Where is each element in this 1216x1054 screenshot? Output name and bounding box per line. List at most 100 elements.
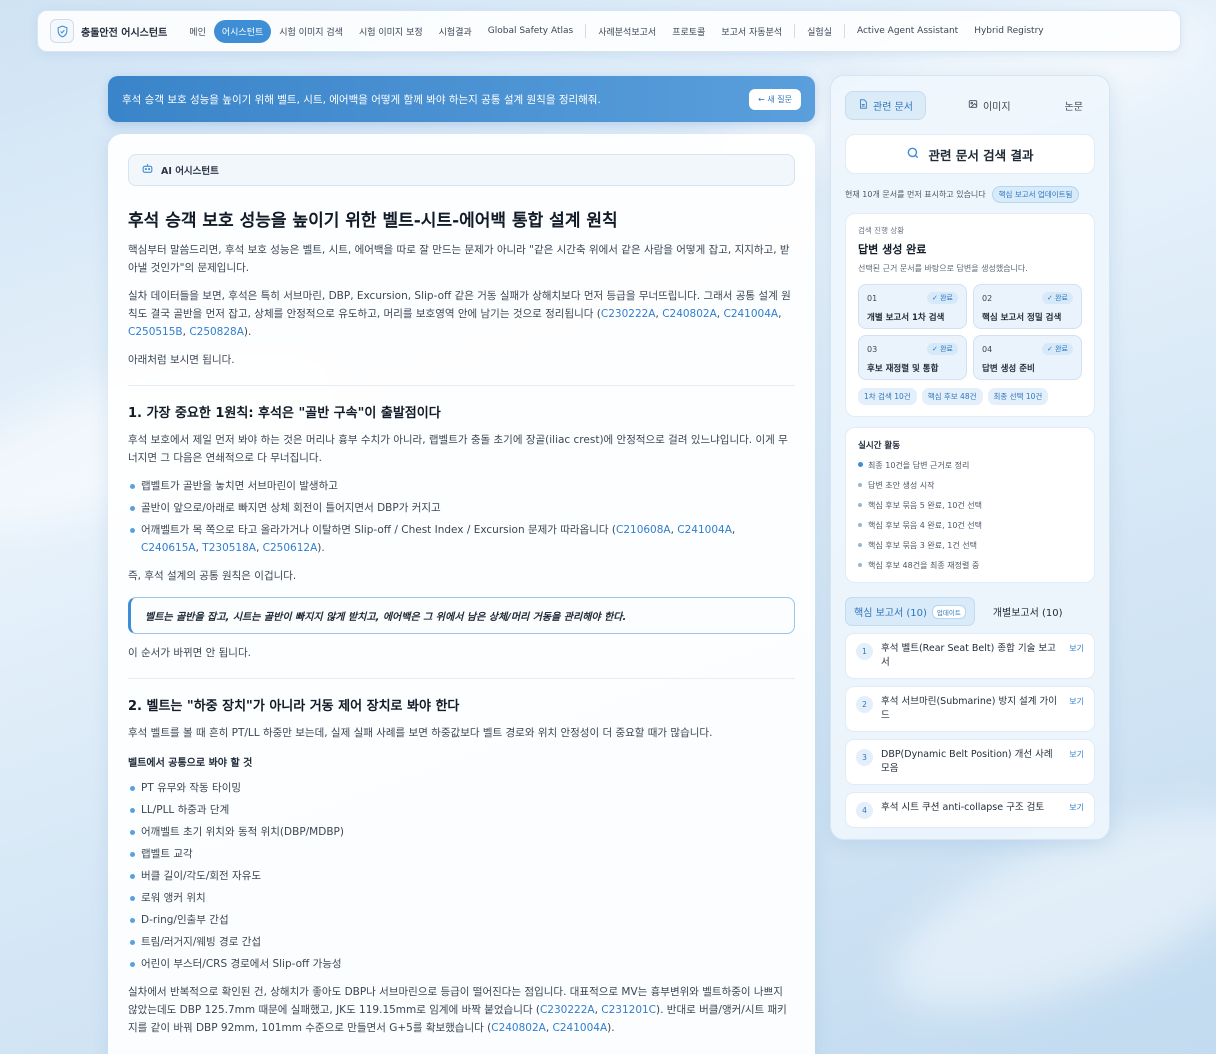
report-item[interactable]: 4 후석 시트 쿠션 anti-collapse 구조 검토 보기 [845,792,1095,828]
results-info: 현재 10개 문서를 먼저 표시하고 있습니다 핵심 보고서 업데이트됨 [845,186,1095,203]
nav-item-case-analysis-report[interactable]: 사례분석보고서 [590,20,664,43]
update-badge: 업데이트 [931,604,966,619]
search-progress-card: 검색 진행 상황 답변 생성 완료 선택된 근거 문서를 바탕으로 답변을 생성… [845,213,1095,417]
nav-item-global-safety-atlas[interactable]: Global Safety Atlas [480,21,581,41]
report-item[interactable]: 1 후석 벨트(Rear Seat Belt) 종합 기술 보고서 보기 [845,633,1095,679]
reference-link[interactable]: C240802A [491,1022,546,1034]
nav-item-report-auto-analysis[interactable]: 보고서 자동분석 [713,20,790,43]
list-item: PT 유무와 작동 타이밍 [128,779,795,797]
report-title: DBP(Dynamic Belt Position) 개선 사례 모음 [881,749,1053,774]
section-heading: 1. 가장 중요한 1원칙: 후석은 "골반 구속"이 출발점이다 [128,406,441,421]
list-item: 어린이 부스터/CRS 경로에서 Slip-off 가능성 [128,955,795,973]
reference-link[interactable]: C230222A [601,308,656,320]
view-link[interactable]: 보기 [1069,696,1084,707]
activity-item: 핵심 후보 묶음 4 완료, 10건 선택 [858,520,1082,531]
list-item: 어깨벨트 초기 위치와 동적 위치(DBP/MDBP) [128,823,795,841]
nav-item-test-image-correction[interactable]: 시험 이미지 보정 [351,20,431,43]
reference-link[interactable]: C241004A [553,1022,608,1034]
ai-assistant-chip: AI 어시스턴트 [128,154,795,186]
bullet-list: 랩벨트가 골반을 놓치면 서브마린이 발생하고 골반이 앞으로/아래로 빠지면 … [128,477,795,557]
progress-step: 03 ✓ 완료 후보 재정렬 및 통합 [858,335,967,380]
brand[interactable]: 충돌안전 어시스턴트 [50,19,167,43]
subheading: 벨트에서 공통으로 봐야 할 것 [128,758,253,769]
reference-link[interactable]: C250515B [128,326,183,338]
search-icon [906,146,920,163]
nav-item-hybrid-registry[interactable]: Hybrid Registry [966,21,1051,41]
list-item: 골반이 앞으로/아래로 빠지면 상체 회전이 틀어지면서 DBP가 커지고 [128,499,795,517]
tab-related-documents[interactable]: 관련 문서 [845,90,926,120]
document-icon [858,98,868,112]
answer-paragraph: 실차 데이터들을 보면, 후석은 특히 서브마린, DBP, Excursion… [128,290,791,338]
question-bar: 후석 승객 보호 성능을 높이기 위해 벨트, 시트, 에어백을 어떻게 함께 … [108,76,815,122]
related-documents-panel: 관련 문서 이미지 논문 관련 문서 검색 결과 현재 10개 문서를 먼저 표… [830,75,1110,840]
list-item: 랩벨트 교각 [128,845,795,863]
view-link[interactable]: 보기 [1069,802,1084,813]
progress-title: 답변 생성 완료 [858,243,927,256]
activity-item: 최종 10건을 답변 근거로 정리 [858,460,1082,471]
nav-divider [794,24,796,38]
report-item[interactable]: 3 DBP(Dynamic Belt Position) 개선 사례 모음 보기 [845,739,1095,785]
view-link[interactable]: 보기 [1069,643,1084,654]
nav-item-assistant[interactable]: 어시스턴트 [213,19,272,43]
answer-paragraph: 후석 벨트를 볼 때 흔히 PT/LL 하중만 보는데, 실제 실패 사례를 보… [128,727,713,739]
list-item: D-ring/인출부 간섭 [128,911,795,929]
stat-chip: 핵심 후보 48건 [921,388,983,405]
report-item[interactable]: 2 후석 서브마린(Submarine) 방지 설계 가이드 보기 [845,686,1095,732]
answer-paragraph: 즉, 후석 설계의 공통 원칙은 이겁니다. [128,570,297,582]
bullet-list: PT 유무와 작동 타이밍 LL/PLL 하중과 단계 어깨벨트 초기 위치와 … [128,779,795,973]
robot-icon [141,162,154,178]
report-title: 후석 서브마린(Submarine) 방지 설계 가이드 [881,696,1057,721]
activity-item: 핵심 후보 48건을 최종 재정렬 중 [858,560,1082,571]
ai-assistant-label: AI 어시스턴트 [161,166,219,177]
reference-link[interactable]: C240615A [141,542,196,554]
nav-item-test-image-search[interactable]: 시험 이미지 검색 [271,20,351,43]
reference-link[interactable]: C250828A [189,326,244,338]
activity-item: 핵심 후보 묶음 3 완료, 1건 선택 [858,540,1082,551]
view-link[interactable]: 보기 [1069,749,1084,760]
answer-paragraph: 실차에서 반복적으로 확인된 건, 상해치가 좋아도 DBP나 서브마린으로 등… [128,986,787,1034]
reference-link[interactable]: C240802A [662,308,717,320]
tab-images[interactable]: 이미지 [956,92,1023,119]
search-stats: 1차 검색 10건 핵심 후보 48건 최종 선택 10건 [858,388,1082,405]
stat-chip: 최종 선택 10건 [987,388,1049,405]
list-item: 버클 길이/각도/회전 자유도 [128,867,795,885]
realtime-activity-card: 실시간 활동 최종 10건을 답변 근거로 정리 답변 초안 생성 시작 핵심 … [845,427,1095,583]
stat-chip: 1차 검색 10건 [858,388,917,405]
report-number: 2 [856,696,873,713]
reference-link[interactable]: C210608A [616,524,671,536]
answer-paragraph: 후석 보호에서 제일 먼저 봐야 하는 것은 머리나 흉부 수치가 아니라, 랩… [128,434,788,464]
list-item: 로워 앵커 위치 [128,889,795,907]
side-tabs: 관련 문서 이미지 논문 [845,90,1095,120]
answer-paragraph: 이 순서가 바뀌면 안 됩니다. [128,647,251,659]
report-number: 1 [856,643,873,660]
report-number: 4 [856,802,873,819]
section-heading: 2. 벨트는 "하중 장치"가 아니라 거동 제어 장치로 봐야 한다 [128,699,460,714]
nav-item-lab[interactable]: 실험실 [799,20,840,43]
step-done-badge: ✓ 완료 [927,292,958,304]
reference-link[interactable]: C230222A [540,1004,595,1016]
nav-item-test-results[interactable]: 시험결과 [431,20,480,43]
list-item: 트림/러거지/웨빙 경로 간섭 [128,933,795,951]
progress-step: 02 ✓ 완료 핵심 보고서 정밀 검색 [973,284,1082,329]
progress-steps: 01 ✓ 완료 개별 보고서 1차 검색 02 ✓ 완료 핵심 보고서 정밀 검색 … [858,284,1082,380]
activity-title: 실시간 활동 [858,441,901,451]
shield-icon [50,19,74,43]
new-question-button[interactable]: ← 새 질문 [749,88,801,110]
report-title: 후석 시트 쿠션 anti-collapse 구조 검토 [881,802,1045,813]
tab-papers[interactable]: 논문 [1053,92,1095,119]
reference-link[interactable]: T230518A [202,542,256,554]
tab-individual-reports[interactable]: 개별보고서 (10) [985,598,1071,625]
progress-label: 검색 진행 상황 [858,226,905,235]
reference-link[interactable]: C250612A [263,542,318,554]
nav-item-active-agent-assistant[interactable]: Active Agent Assistant [849,21,966,41]
progress-step: 04 ✓ 완료 답변 생성 준비 [973,335,1082,380]
reference-link[interactable]: C241004A [677,524,732,536]
question-text: 후석 승객 보호 성능을 높이기 위해 벨트, 시트, 에어백을 어떻게 함께 … [122,93,601,106]
section-divider [128,678,795,679]
nav-item-main[interactable]: 메인 [181,20,214,43]
answer-panel: AI 어시스턴트 후석 승객 보호 성능을 높이기 위한 벨트-시트-에어백 통… [108,134,815,1054]
reference-link[interactable]: C231201C [601,1004,656,1016]
nav-item-protocol[interactable]: 프로토콜 [664,20,713,43]
reference-link[interactable]: C241004A [723,308,778,320]
tab-core-reports[interactable]: 핵심 보고서 (10) 업데이트 [845,597,975,626]
